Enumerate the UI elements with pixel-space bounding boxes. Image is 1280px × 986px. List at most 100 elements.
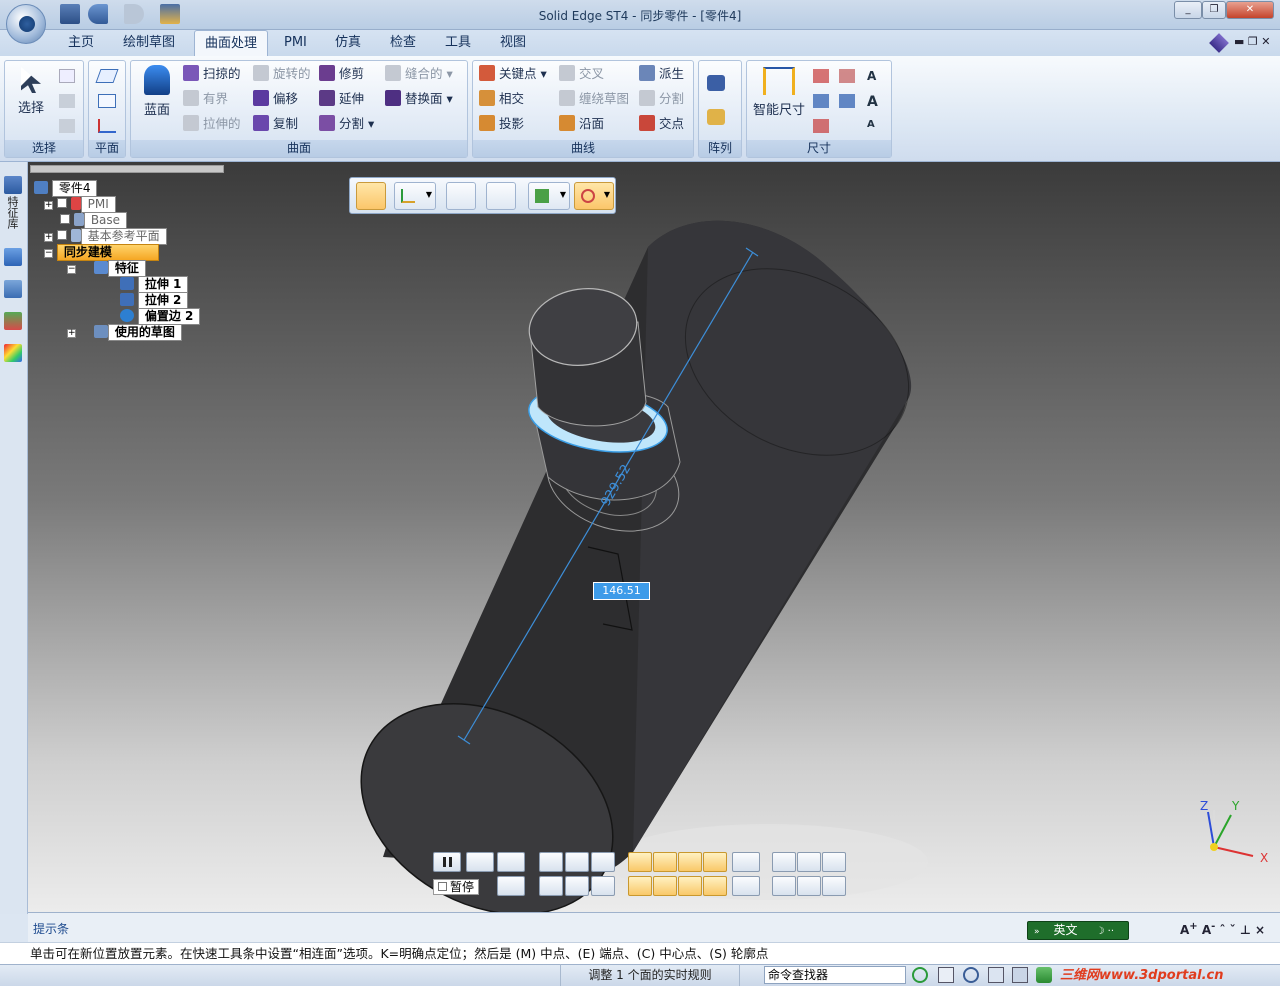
expand-icon[interactable]: + bbox=[44, 201, 53, 210]
family-of-parts-icon[interactable] bbox=[4, 344, 22, 362]
pathfinder-icon[interactable] bbox=[4, 248, 22, 266]
swept-button[interactable]: 扫掠的 bbox=[183, 63, 241, 85]
tab-simulation[interactable]: 仿真 bbox=[325, 30, 371, 56]
smart-dimension-button[interactable]: 智能尺寸 bbox=[751, 67, 807, 118]
rigid-icon[interactable] bbox=[486, 182, 516, 210]
tab-inspect[interactable]: 检查 bbox=[380, 30, 426, 56]
steering-wheel-dropdown[interactable]: ▼ bbox=[394, 182, 436, 210]
cross-button[interactable]: 交叉 bbox=[559, 63, 629, 85]
coincident-plane-icon[interactable] bbox=[98, 94, 116, 108]
pause-button[interactable] bbox=[433, 852, 461, 872]
tab-view[interactable]: 视图 bbox=[490, 30, 536, 56]
tree-item-extrude-1[interactable]: 拉伸 1 bbox=[120, 276, 234, 293]
tree-item-offset-edge[interactable]: 偏置边 2 bbox=[120, 308, 234, 325]
undo-step-icon[interactable] bbox=[466, 852, 494, 872]
distance-between-icon[interactable] bbox=[813, 69, 829, 83]
layers-icon[interactable] bbox=[4, 280, 22, 298]
ribbon-window-controls[interactable]: ▬ ❐ ✕ bbox=[1234, 35, 1270, 48]
parallel-base-icon[interactable] bbox=[628, 876, 652, 896]
extend-button[interactable]: 延伸 bbox=[319, 88, 374, 110]
parallel-y-icon[interactable] bbox=[678, 876, 702, 896]
save-state-icon[interactable] bbox=[497, 876, 525, 896]
angle-between-icon[interactable] bbox=[813, 94, 829, 108]
select-options-icon[interactable] bbox=[59, 119, 75, 133]
move-face-icon[interactable] bbox=[356, 182, 386, 210]
increase-font-icon[interactable]: A bbox=[867, 94, 883, 110]
coordinate-system-icon[interactable] bbox=[98, 119, 116, 133]
symmetry-xy-icon[interactable] bbox=[653, 852, 677, 872]
symmetry-zx-icon[interactable] bbox=[703, 852, 727, 872]
options-a-icon[interactable] bbox=[772, 852, 796, 872]
tab-surfacing[interactable]: 曲面处理 bbox=[194, 30, 269, 56]
sensors-icon[interactable] bbox=[4, 312, 22, 330]
tree-item-pmi[interactable]: + PMI bbox=[44, 196, 234, 213]
project-button[interactable]: 投影 bbox=[479, 113, 547, 135]
replace-face-button[interactable]: 替换面 ▾ bbox=[385, 88, 453, 110]
offset-button[interactable]: 偏移 bbox=[253, 88, 311, 110]
options-f-icon[interactable] bbox=[822, 876, 846, 896]
tree-root[interactable]: 零件4 bbox=[34, 180, 234, 197]
face-copy-icon[interactable] bbox=[446, 182, 476, 210]
application-button[interactable] bbox=[6, 4, 46, 44]
tab-tools[interactable]: 工具 bbox=[435, 30, 481, 56]
tree-item-used-sketches[interactable]: + 使用的草图 bbox=[67, 324, 234, 341]
close-button[interactable]: ✕ bbox=[1226, 1, 1274, 19]
feature-library-tab[interactable]: 特征库 bbox=[6, 196, 20, 229]
coordinate-dimension-icon[interactable] bbox=[813, 119, 829, 133]
derived-button[interactable]: 派生 bbox=[639, 63, 684, 85]
revolved-button[interactable]: 旋转的 bbox=[253, 63, 311, 85]
symmetry-yz-icon[interactable] bbox=[678, 852, 702, 872]
command-finder-input[interactable]: 命令查找器 bbox=[764, 966, 906, 984]
tree-item-reference-planes[interactable]: + 基本参考平面 bbox=[44, 228, 234, 245]
stitched-button[interactable]: 缝合的 ▾ bbox=[385, 63, 453, 85]
reference-planes-checkbox[interactable] bbox=[56, 230, 67, 240]
parallel-rule-icon[interactable] bbox=[539, 876, 563, 896]
collapse-icon[interactable]: − bbox=[44, 249, 53, 258]
symmetry-base-icon[interactable] bbox=[628, 852, 652, 872]
zoom-icon[interactable] bbox=[963, 967, 979, 983]
split-curve-button[interactable]: 分割 bbox=[639, 88, 684, 110]
options-d-icon[interactable] bbox=[772, 876, 796, 896]
pause-checkbox[interactable]: 暂停 bbox=[433, 879, 480, 895]
bluesurf-button[interactable]: 蓝面 bbox=[137, 65, 177, 118]
pmi-checkbox[interactable] bbox=[56, 198, 67, 208]
copy-button[interactable]: 复制 bbox=[253, 113, 311, 135]
pathfinder-handle[interactable] bbox=[30, 165, 224, 173]
options-b-icon[interactable] bbox=[797, 852, 821, 872]
tree-item-extrude-2[interactable]: 拉伸 2 bbox=[120, 292, 234, 309]
tree-item-base[interactable]: Base bbox=[60, 212, 234, 229]
bounded-button[interactable]: 有界 bbox=[183, 88, 241, 110]
select-button[interactable]: 选择 bbox=[11, 67, 51, 116]
mirror-icon[interactable] bbox=[707, 109, 725, 125]
base-checkbox[interactable] bbox=[60, 214, 70, 224]
wrap-sketch-button[interactable]: 缠绕草图 bbox=[559, 88, 629, 110]
parallel-z-icon[interactable] bbox=[703, 876, 727, 896]
tangent-rule-icon[interactable] bbox=[565, 852, 589, 872]
keypoint-mode-dropdown[interactable]: ▼ bbox=[574, 182, 614, 210]
tab-pmi[interactable]: PMI bbox=[274, 30, 317, 56]
tree-item-synchronous[interactable]: − 同步建模 bbox=[44, 244, 234, 261]
angular-coordinate-icon[interactable] bbox=[839, 69, 855, 83]
along-face-button[interactable]: 沿面 bbox=[559, 113, 629, 135]
ime-indicator[interactable]: » 英文 ☽ ·· bbox=[1027, 921, 1129, 940]
decrease-font-icon[interactable]: A bbox=[867, 119, 883, 133]
help-icon[interactable] bbox=[1209, 33, 1229, 53]
perpendicular-rule-icon[interactable] bbox=[591, 876, 615, 896]
dynamic-input-box[interactable]: 146.51 bbox=[593, 582, 650, 600]
minimize-button[interactable]: _ bbox=[1174, 1, 1202, 19]
extruded-surface-button[interactable]: 拉伸的 bbox=[183, 113, 241, 135]
restore-button[interactable]: ❐ bbox=[1202, 1, 1226, 19]
parallel-custom-icon[interactable] bbox=[732, 876, 760, 896]
keypoint-button[interactable]: 关键点 ▾ bbox=[479, 63, 547, 85]
intersection-button[interactable]: 相交 bbox=[479, 88, 547, 110]
expand-icon[interactable]: + bbox=[44, 233, 53, 242]
plane-icon[interactable] bbox=[95, 69, 119, 83]
options-c-icon[interactable] bbox=[822, 852, 846, 872]
coplanar-rule-icon[interactable] bbox=[591, 852, 615, 872]
pan-icon[interactable] bbox=[1012, 967, 1028, 983]
pause-checkbox-box[interactable] bbox=[438, 882, 447, 891]
fit-icon[interactable] bbox=[988, 967, 1004, 983]
font-size-controls[interactable]: A+ A- ˆ ˇ ⊥ × bbox=[1180, 921, 1265, 937]
pattern-icon[interactable] bbox=[707, 75, 725, 91]
concentric-rule-icon[interactable] bbox=[539, 852, 563, 872]
